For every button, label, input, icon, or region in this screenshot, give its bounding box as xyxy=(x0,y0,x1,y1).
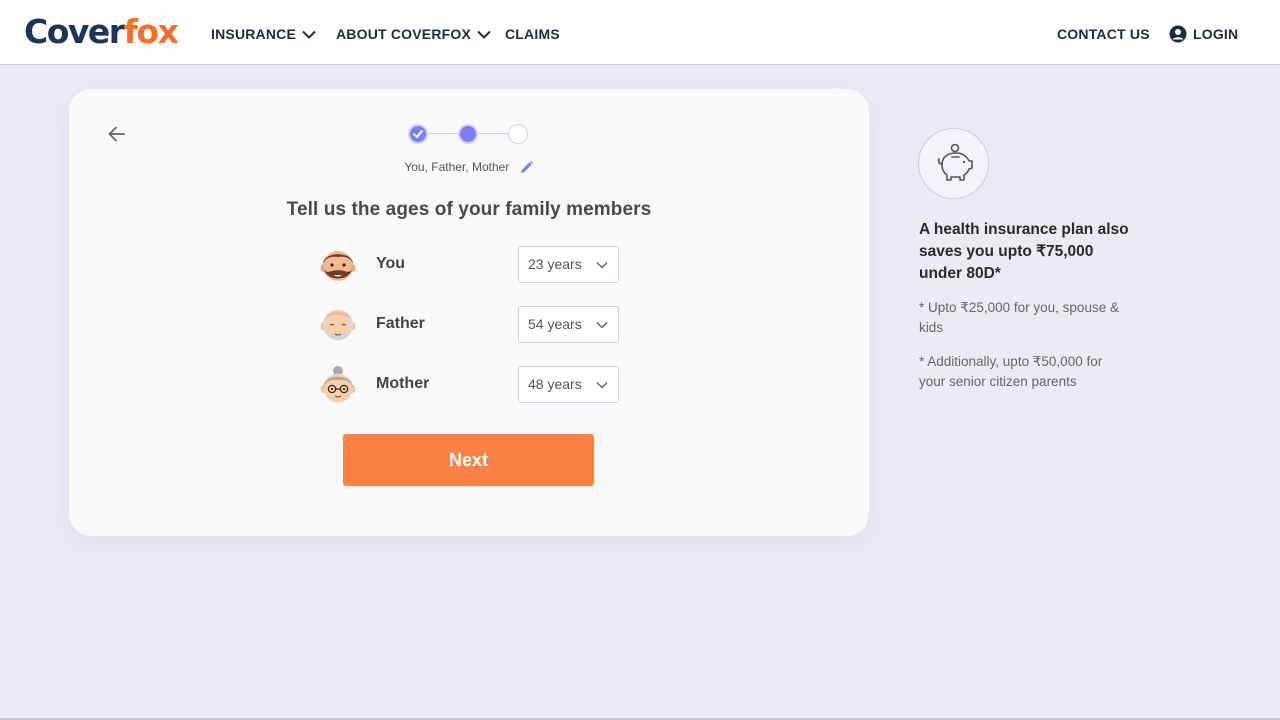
member-label-you: You xyxy=(376,255,406,272)
nav-claims[interactable]: CLAIMS xyxy=(505,24,560,44)
age-value-you: 23 years xyxy=(528,256,582,272)
piggy-bank-icon xyxy=(937,143,973,181)
nav-contact-label: CONTACT US xyxy=(1057,26,1150,42)
young-man-avatar-icon xyxy=(320,251,356,281)
back-arrow-icon[interactable] xyxy=(106,123,128,145)
nav-about-coverfox[interactable]: ABOUT COVERFOX xyxy=(336,24,491,44)
chevron-down-icon xyxy=(596,321,608,329)
age-value-father: 54 years xyxy=(528,316,582,332)
check-icon xyxy=(413,130,423,139)
age-select-mother[interactable]: 48 years xyxy=(518,366,619,403)
stepper-connector xyxy=(428,133,458,134)
login-button[interactable]: LOGIN xyxy=(1169,24,1238,44)
nav-insurance[interactable]: INSURANCE xyxy=(211,24,316,44)
user-icon xyxy=(1169,25,1187,43)
progress-stepper xyxy=(408,124,530,144)
chevron-down-icon xyxy=(596,381,608,389)
stepper-connector xyxy=(478,133,508,134)
age-select-you[interactable]: 23 years xyxy=(518,246,619,283)
member-row-mother: Mother 48 years xyxy=(318,366,620,404)
nav-contact-us[interactable]: CONTACT US xyxy=(1057,24,1150,44)
coverfox-logo[interactable]: Coverfox xyxy=(24,12,179,52)
family-ages-card: You, Father, Mother Tell us the ages of … xyxy=(69,89,869,536)
chevron-down-icon xyxy=(596,261,608,269)
step-upcoming xyxy=(508,124,528,144)
member-row-you: You 23 years xyxy=(318,246,620,284)
tax-benefit-heading: A health insurance plan also saves you u… xyxy=(919,221,1129,282)
chevron-down-icon xyxy=(477,30,491,39)
chevron-down-icon xyxy=(302,30,316,39)
member-label-father: Father xyxy=(376,315,425,332)
selected-members-summary: You, Father, Mother xyxy=(69,159,869,175)
step-completed xyxy=(408,124,428,144)
age-select-father[interactable]: 54 years xyxy=(518,306,619,343)
piggy-bank-badge xyxy=(918,128,989,199)
member-label-mother: Mother xyxy=(376,375,430,392)
members-summary-text: You, Father, Mother xyxy=(404,160,510,174)
tax-benefit-note-parents: * Additionally, upto ₹50,000 for your se… xyxy=(919,354,1103,389)
member-row-father: Father 54 years xyxy=(318,306,620,344)
tax-benefit-note-self: * Upto ₹25,000 for you, spouse & kids xyxy=(919,300,1119,335)
nav-insurance-label: INSURANCE xyxy=(211,26,297,42)
edit-pencil-icon[interactable] xyxy=(519,160,534,175)
age-value-mother: 48 years xyxy=(528,376,582,392)
old-man-avatar-icon xyxy=(320,310,356,341)
top-header: Coverfox INSURANCE ABOUT COVERFOX CLAIMS… xyxy=(0,0,1280,65)
step-current xyxy=(458,124,478,144)
login-label: LOGIN xyxy=(1193,26,1239,42)
nav-claims-label: CLAIMS xyxy=(505,26,560,42)
page-title: Tell us the ages of your family members xyxy=(286,199,652,220)
next-button[interactable]: Next xyxy=(343,434,594,486)
nav-about-label: ABOUT COVERFOX xyxy=(336,26,472,42)
old-woman-avatar-icon xyxy=(320,366,356,403)
